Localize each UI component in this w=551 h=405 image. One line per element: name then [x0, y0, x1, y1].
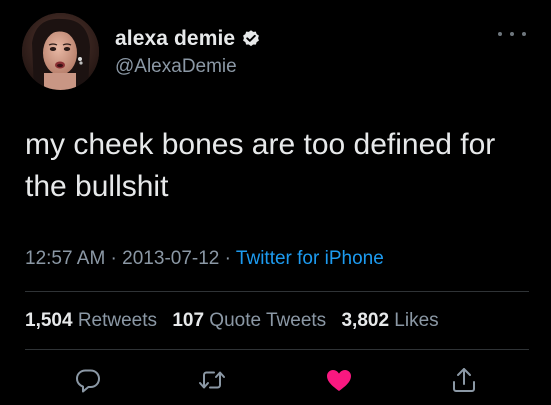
- likes-stat[interactable]: 3,802 Likes: [341, 310, 438, 331]
- tweet-text-line-2: the bullshit: [25, 170, 169, 203]
- retweets-label: Retweets: [77, 310, 158, 331]
- divider: [25, 349, 529, 350]
- more-options-icon[interactable]: [498, 28, 526, 40]
- meta-separator: ·: [219, 248, 236, 269]
- tweet-text-line-1: my cheek bones are too defined for: [25, 128, 496, 161]
- verified-badge-icon: [241, 29, 261, 49]
- engagement-stats: 1,504 Retweets 107 Quote Tweets 3,802 Li…: [25, 310, 439, 332]
- retweet-icon: [199, 371, 225, 389]
- retweet-button[interactable]: [196, 364, 228, 396]
- reply-button[interactable]: [72, 364, 104, 396]
- tweet-source-link[interactable]: Twitter for iPhone: [236, 248, 384, 269]
- author-handle[interactable]: @AlexaDemie: [115, 56, 237, 78]
- action-bar: [0, 362, 551, 398]
- divider: [25, 291, 529, 292]
- like-icon: [327, 370, 351, 391]
- likes-count: 3,802: [341, 310, 390, 331]
- retweets-stat[interactable]: 1,504 Retweets: [25, 310, 157, 331]
- tweet-detail: alexa demie @AlexaDemie my cheek bones a…: [0, 0, 551, 405]
- meta-separator: ·: [105, 248, 123, 269]
- tweet-meta: 12:57 AM · 2013-07-12 · Twitter for iPho…: [25, 248, 384, 270]
- like-button[interactable]: [323, 364, 355, 396]
- display-name[interactable]: alexa demie: [115, 27, 235, 51]
- share-button[interactable]: [448, 364, 480, 396]
- tweet-text: my cheek bones are too defined for the b…: [25, 124, 535, 208]
- likes-label: Likes: [394, 310, 439, 331]
- reply-icon: [76, 369, 100, 393]
- author-name-row[interactable]: alexa demie: [115, 26, 261, 52]
- quote-tweets-label: Quote Tweets: [209, 310, 327, 331]
- quote-tweets-count: 107: [172, 310, 205, 331]
- share-icon: [453, 368, 475, 392]
- quote-tweets-stat[interactable]: 107 Quote Tweets: [172, 310, 326, 331]
- tweet-time[interactable]: 12:57 AM: [25, 248, 105, 269]
- tweet-date[interactable]: 2013-07-12: [122, 248, 219, 269]
- retweets-count: 1,504: [25, 310, 73, 331]
- avatar-image: [22, 13, 99, 90]
- avatar[interactable]: [22, 13, 99, 90]
